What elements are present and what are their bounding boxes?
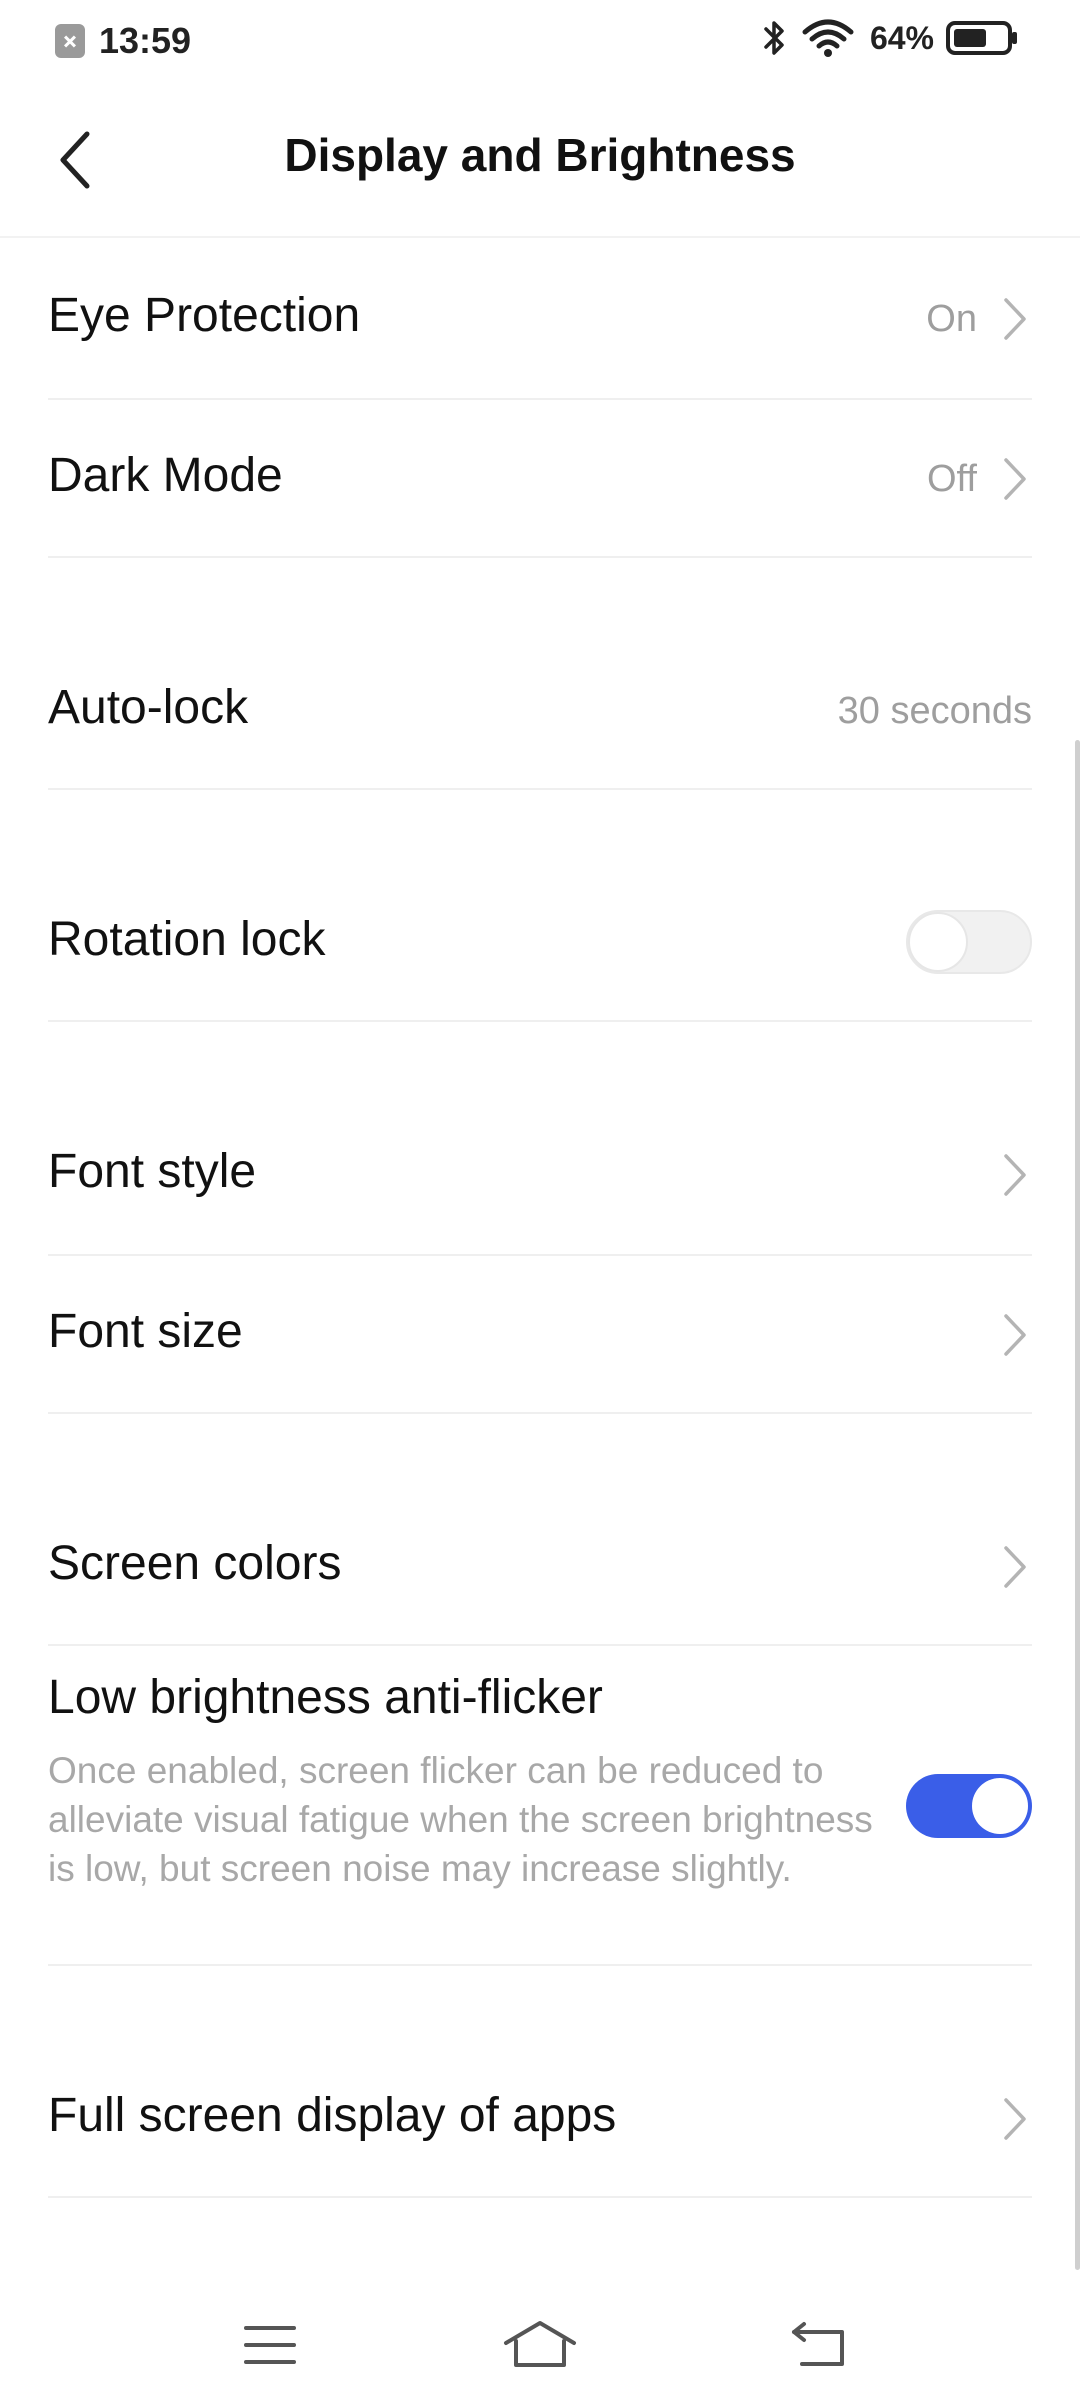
full-screen-display-row[interactable]: Full screen display of apps — [48, 2040, 1032, 2198]
chevron-right-icon — [1004, 1546, 1026, 1588]
chevron-right-icon — [1004, 458, 1026, 500]
menu-button[interactable] — [230, 2310, 310, 2380]
battery-percent: 64% — [869, 19, 934, 56]
status-time: 13:59 — [99, 20, 192, 61]
auto-lock-row[interactable]: Auto-lock 30 seconds — [48, 632, 1032, 790]
anti-flicker-description: Once enabled, screen flicker can be redu… — [48, 1750, 873, 1889]
eye-protection-value: On — [926, 298, 977, 340]
status-right: 64% — [762, 18, 1020, 58]
auto-lock-label: Auto-lock — [48, 681, 249, 734]
font-size-label: Font size — [48, 1305, 243, 1358]
status-bar: 13:59 64% — [0, 0, 1080, 84]
screen-colors-row[interactable]: Screen colors — [48, 1488, 1032, 1646]
status-left: 13:59 — [55, 20, 191, 62]
home-icon — [504, 2321, 576, 2367]
eye-protection-label: Eye Protection — [48, 289, 361, 342]
font-style-label: Font style — [48, 1145, 257, 1198]
page-title: Display and Brightness — [284, 129, 796, 181]
font-size-row[interactable]: Font size — [48, 1256, 1032, 1414]
header: Display and Brightness — [0, 84, 1080, 238]
anti-flicker-row: Low brightness anti-flicker Once enabled… — [48, 1646, 1032, 1966]
font-style-row[interactable]: Font style — [48, 1096, 1032, 1256]
chevron-right-icon — [1004, 1154, 1026, 1196]
navigation-bar — [0, 2290, 1080, 2400]
home-button[interactable] — [500, 2310, 580, 2380]
chevron-right-icon — [1004, 2098, 1026, 2140]
menu-icon — [244, 2326, 296, 2364]
anti-flicker-toggle[interactable] — [906, 1774, 1032, 1838]
chevron-right-icon — [1004, 1314, 1026, 1356]
battery-icon — [946, 21, 1017, 55]
rotation-lock-toggle[interactable] — [906, 910, 1032, 974]
notification-icon — [55, 24, 85, 58]
bluetooth-icon — [764, 21, 784, 55]
eye-protection-row[interactable]: Eye Protection On — [48, 238, 1032, 400]
rotation-lock-row: Rotation lock — [48, 864, 1032, 1022]
chevron-right-icon — [1004, 298, 1026, 340]
screen-colors-label: Screen colors — [48, 1537, 342, 1590]
dark-mode-row[interactable]: Dark Mode Off — [48, 400, 1032, 558]
scrollbar[interactable] — [1075, 740, 1080, 2270]
wifi-icon — [802, 19, 854, 57]
auto-lock-value: 30 seconds — [837, 690, 1032, 732]
rotation-lock-label: Rotation lock — [48, 913, 326, 966]
full-screen-display-label: Full screen display of apps — [48, 2089, 617, 2142]
toggle-knob — [972, 1778, 1028, 1834]
anti-flicker-label: Low brightness anti-flicker — [48, 1671, 603, 1724]
dark-mode-label: Dark Mode — [48, 449, 283, 502]
toggle-knob — [908, 912, 968, 972]
dark-mode-value: Off — [927, 458, 977, 500]
nav-back-button[interactable] — [780, 2310, 860, 2380]
back-icon — [792, 2322, 844, 2366]
